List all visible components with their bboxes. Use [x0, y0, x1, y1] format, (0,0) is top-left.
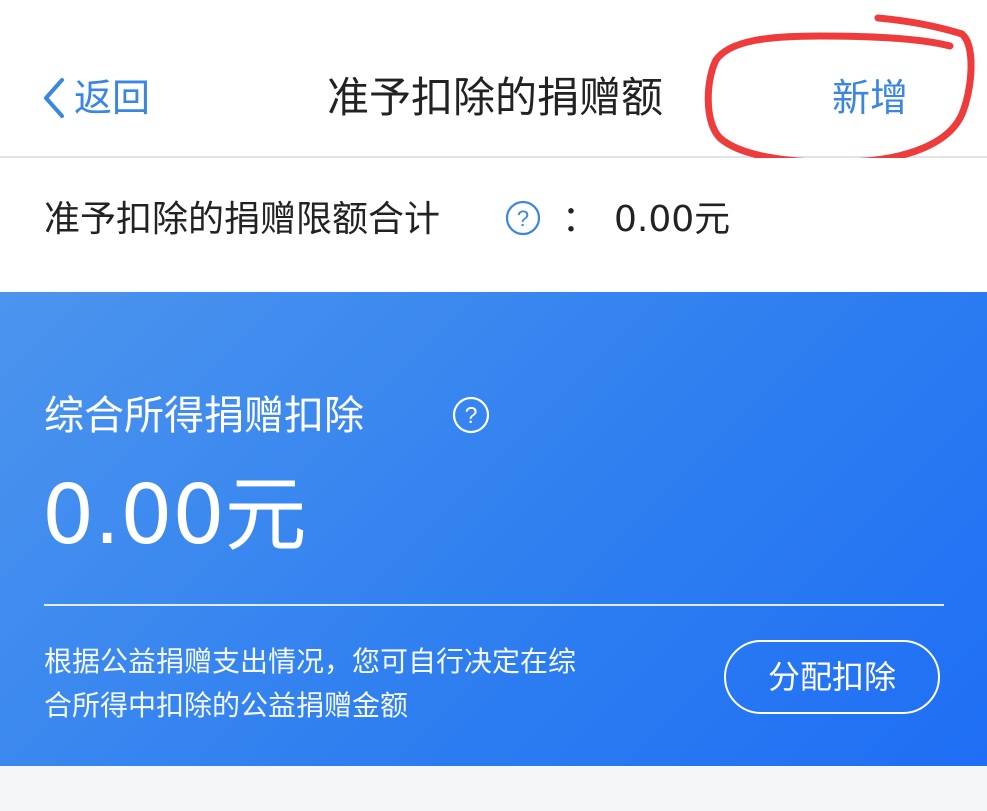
limit-colon: ： [562, 199, 599, 240]
nav-bar: 返回 准予扣除的捐赠额 新增 [0, 0, 987, 158]
card-title: 综合所得捐赠扣除 [44, 393, 364, 439]
add-button[interactable]: 新增 [800, 70, 940, 126]
allocate-deduction-button[interactable]: 分配扣除 [724, 640, 940, 714]
page: 返回 准予扣除的捐赠额 新增 准予扣除的捐赠限额合计 ? ： 0.00元 综合所… [0, 0, 987, 811]
svg-text:?: ? [465, 402, 478, 428]
back-button[interactable]: 返回 [40, 70, 150, 126]
svg-text:?: ? [517, 206, 529, 231]
card-amount: 0.00元 [42, 468, 307, 563]
card-description-line: 根据公益捐赠支出情况，您可自行决定在综 [44, 645, 577, 678]
page-title: 准予扣除的捐赠额 [326, 73, 663, 122]
card-description: 根据公益捐赠支出情况，您可自行决定在综 合所得中扣除的公益捐赠金额 [44, 640, 684, 728]
limit-total-value: 0.00元 [614, 199, 731, 240]
limit-total-label: 准予扣除的捐赠限额合计 [44, 199, 441, 240]
question-circle-icon[interactable]: ? [452, 396, 490, 434]
card-description-line: 合所得中扣除的公益捐赠金额 [44, 689, 409, 722]
card-divider [44, 604, 944, 606]
question-circle-icon[interactable]: ? [505, 200, 541, 236]
chevron-left-icon [44, 78, 64, 118]
back-label: 返回 [74, 76, 151, 120]
